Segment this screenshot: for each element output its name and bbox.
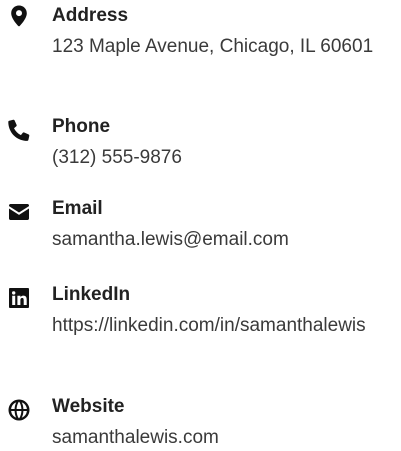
website-label: Website	[52, 396, 125, 417]
linkedin-icon	[7, 286, 31, 310]
globe-icon	[7, 398, 31, 422]
linkedin-label: LinkedIn	[52, 284, 131, 305]
address-value: 123 Maple Avenue, Chicago, IL 60601	[52, 36, 374, 57]
linkedin-value[interactable]: https://linkedin.com/in/samanthalewis	[52, 313, 392, 339]
address-label: Address	[52, 5, 129, 26]
envelope-icon	[7, 200, 31, 224]
phone-value: (312) 555-9876	[52, 147, 182, 168]
email-label: Email	[52, 198, 103, 219]
phone-label: Phone	[52, 116, 111, 137]
location-pin-icon	[7, 4, 31, 28]
phone-icon	[7, 118, 31, 142]
email-value[interactable]: samantha.lewis@email.com	[52, 227, 392, 253]
website-value[interactable]: samanthalewis.com	[52, 425, 392, 451]
